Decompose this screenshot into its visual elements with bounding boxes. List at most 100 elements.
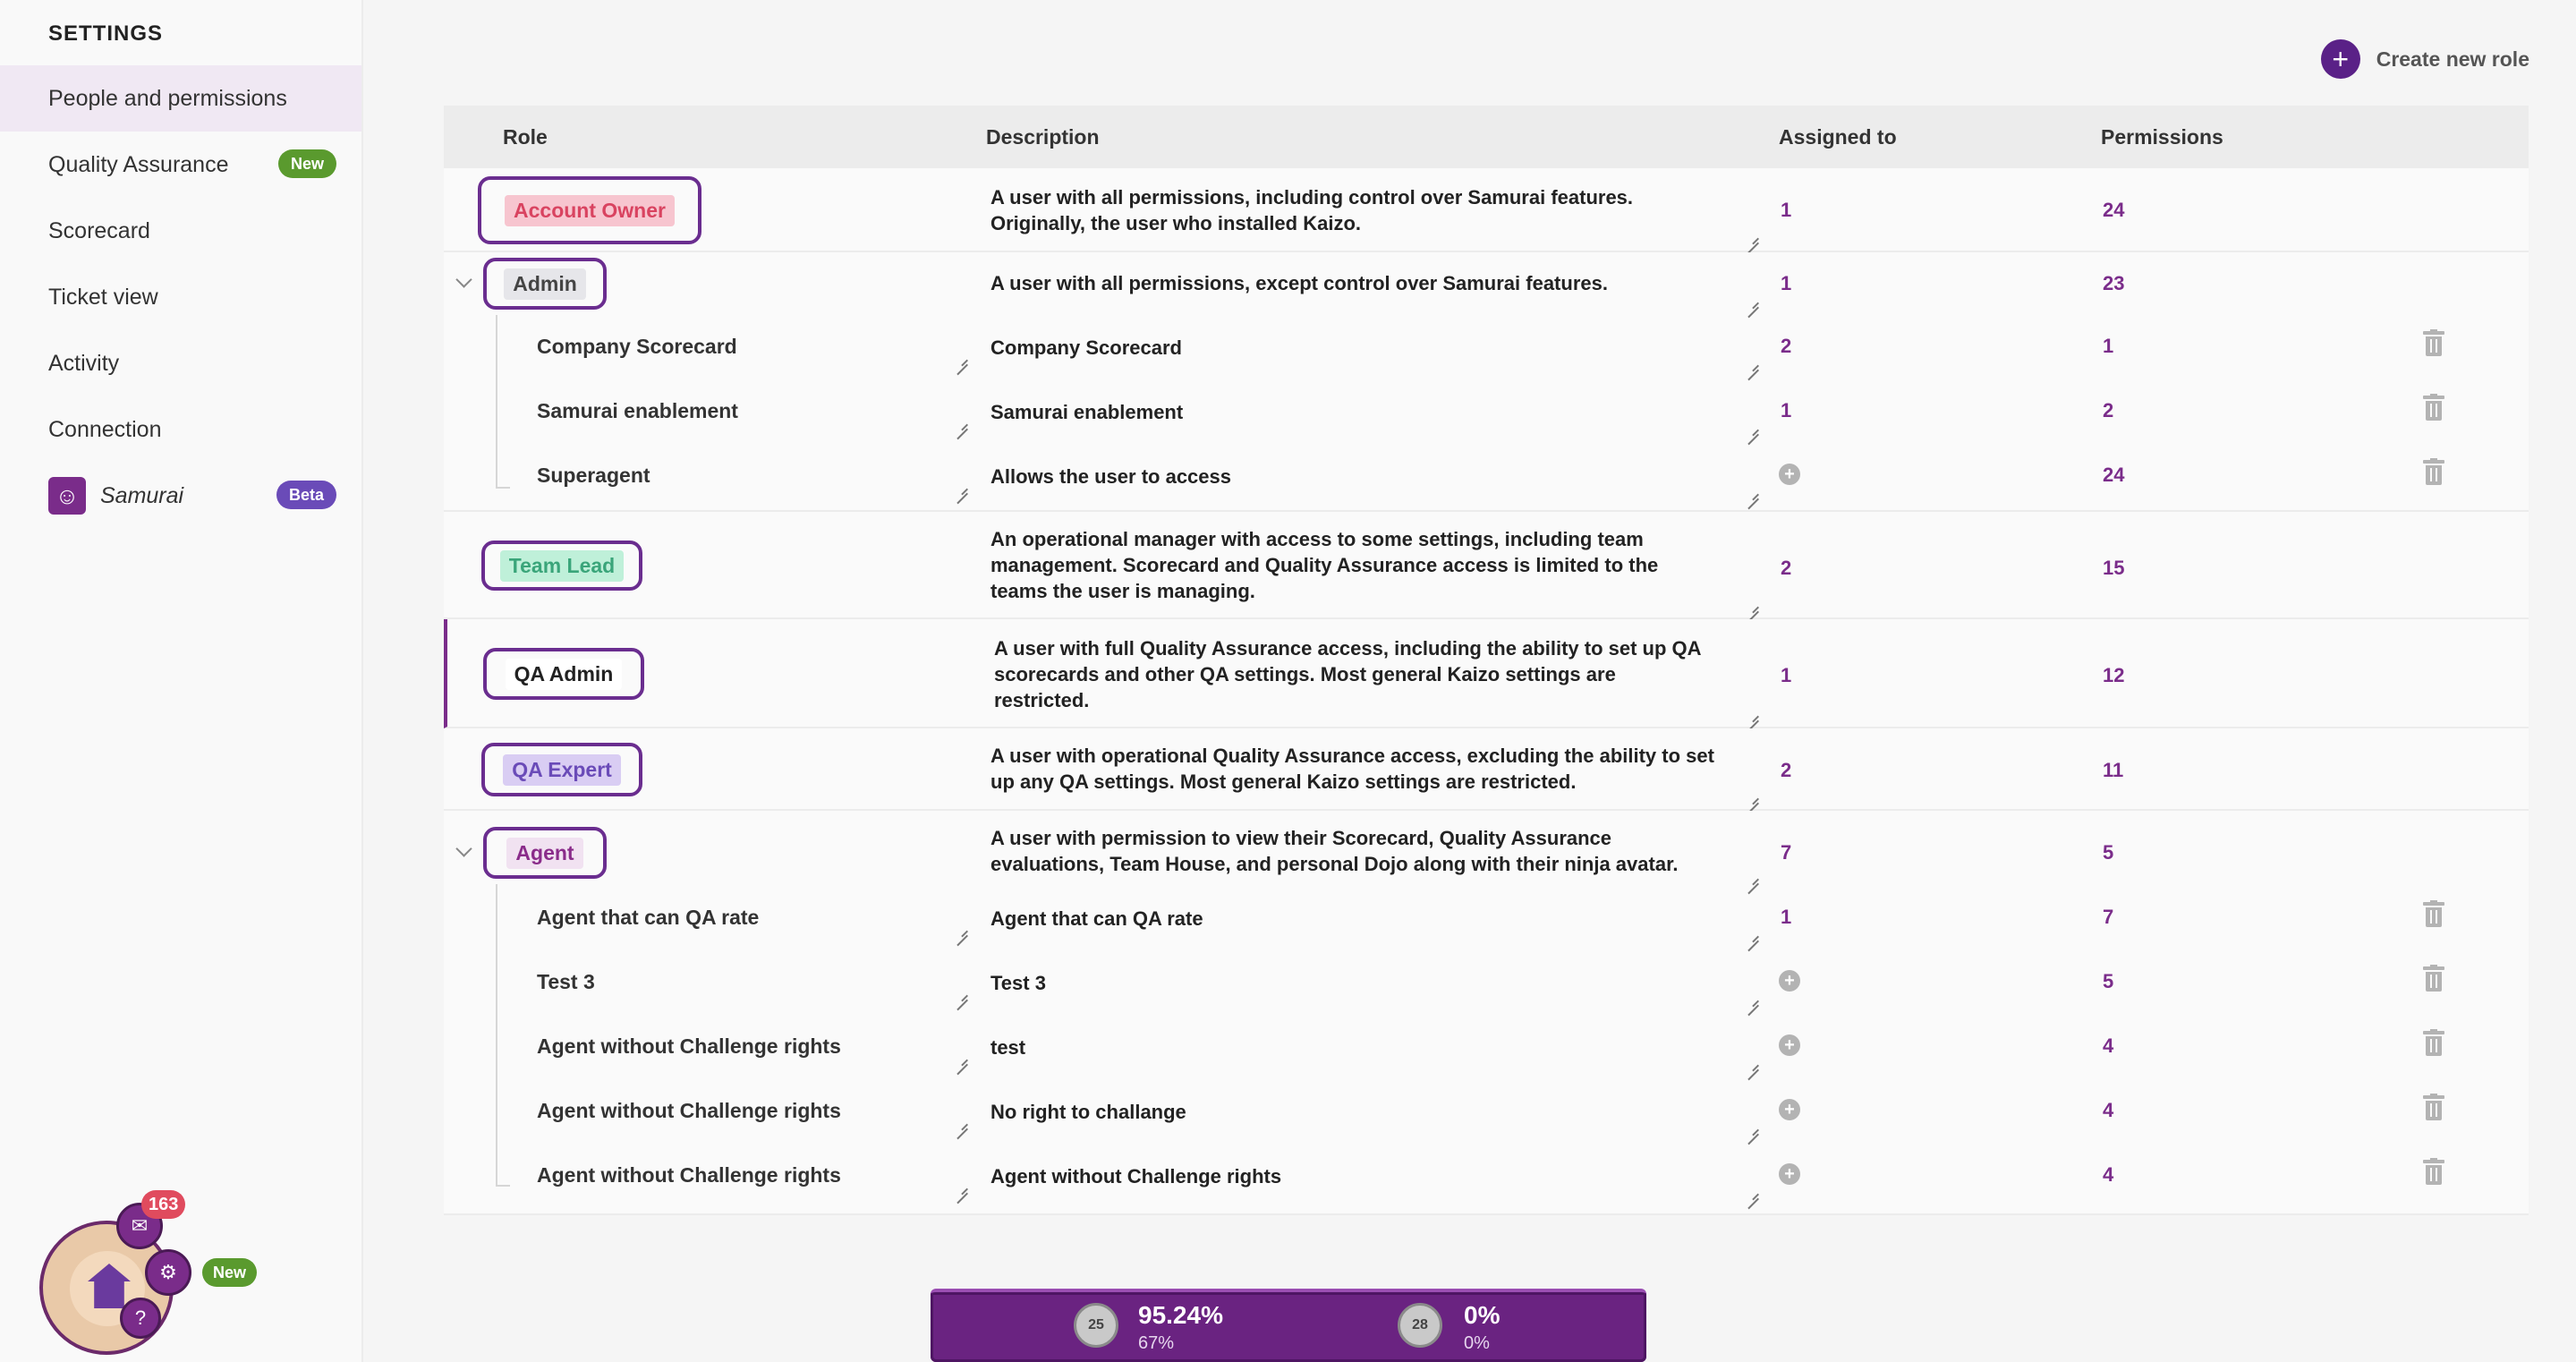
- resize-handle-icon[interactable]: [1745, 707, 1759, 721]
- assigned-count[interactable]: 7: [1781, 841, 1791, 864]
- trash-icon[interactable]: [2423, 1094, 2444, 1120]
- resize-handle-icon[interactable]: [954, 351, 968, 365]
- assigned-count[interactable]: 1: [1781, 199, 1791, 222]
- resize-handle-icon[interactable]: [954, 1051, 968, 1065]
- resize-handle-icon[interactable]: [1745, 485, 1759, 499]
- resize-handle-icon[interactable]: [1745, 229, 1759, 243]
- sidebar-item-activity[interactable]: Activity: [0, 330, 361, 396]
- role-box-qa-expert[interactable]: QA Expert: [481, 743, 642, 796]
- assigned-count[interactable]: 1: [1781, 906, 1791, 929]
- subrole-description: test: [990, 1036, 1026, 1059]
- resize-handle-icon[interactable]: [954, 1115, 968, 1129]
- assigned-count[interactable]: 2: [1781, 335, 1791, 358]
- table-row-group-admin: Admin A user with all permissions, excep…: [444, 252, 2529, 512]
- role-box-account-owner[interactable]: Account Owner: [478, 176, 701, 244]
- tree-line: [496, 884, 497, 1185]
- permissions-count[interactable]: 23: [2103, 272, 2124, 295]
- subrole-name[interactable]: Agent that can QA rate: [537, 906, 759, 930]
- permissions-count[interactable]: 5: [2103, 970, 2113, 993]
- subrole-description: Samurai enablement: [990, 401, 1184, 423]
- trash-icon[interactable]: [2423, 965, 2444, 992]
- gear-icon[interactable]: ⚙: [145, 1249, 191, 1296]
- permissions-count[interactable]: 24: [2103, 464, 2124, 487]
- permissions-count[interactable]: 1: [2103, 335, 2113, 358]
- subrole-name[interactable]: Test 3: [537, 970, 595, 994]
- subrole-name[interactable]: Agent without Challenge rights: [537, 1099, 841, 1123]
- resize-handle-icon[interactable]: [1745, 927, 1759, 941]
- resize-handle-icon[interactable]: [1745, 1120, 1759, 1135]
- permissions-count[interactable]: 4: [2103, 1163, 2113, 1187]
- resize-handle-icon[interactable]: [1745, 294, 1759, 308]
- trash-icon[interactable]: [2423, 1029, 2444, 1056]
- resize-handle-icon[interactable]: [1745, 421, 1759, 435]
- tree-elbow: [496, 1185, 510, 1187]
- subrole-name[interactable]: Samurai enablement: [537, 399, 738, 423]
- sidebar-item-ticket-view[interactable]: Ticket view: [0, 264, 361, 330]
- resize-handle-icon[interactable]: [954, 1179, 968, 1194]
- assigned-count[interactable]: 2: [1781, 557, 1791, 580]
- permissions-count[interactable]: 12: [2103, 664, 2124, 687]
- sidebar-item-scorecard[interactable]: Scorecard: [0, 198, 361, 264]
- chevron-down-icon[interactable]: [455, 272, 474, 292]
- resize-handle-icon[interactable]: [1745, 789, 1759, 804]
- role-box-team-lead[interactable]: Team Lead: [481, 541, 642, 591]
- resize-handle-icon[interactable]: [954, 986, 968, 1000]
- assigned-count[interactable]: 1: [1781, 399, 1791, 422]
- trophy-icon: 25: [1074, 1303, 1118, 1348]
- sidebar-item-label: Activity: [48, 350, 120, 376]
- subrole-name[interactable]: Company Scorecard: [537, 335, 737, 359]
- trash-icon[interactable]: [2423, 1158, 2444, 1185]
- table-row[interactable]: QA Expert A user with operational Qualit…: [444, 728, 2529, 811]
- permissions-count[interactable]: 11: [2103, 759, 2123, 782]
- assigned-count[interactable]: 1: [1781, 664, 1791, 687]
- subrole-name[interactable]: Agent without Challenge rights: [537, 1163, 841, 1187]
- resize-handle-icon[interactable]: [954, 922, 968, 936]
- resize-handle-icon[interactable]: [1745, 598, 1759, 612]
- role-chip-account-owner: Account Owner: [505, 194, 675, 226]
- permissions-count[interactable]: 4: [2103, 1034, 2113, 1058]
- trash-icon[interactable]: [2423, 394, 2444, 421]
- subrole-name[interactable]: Superagent: [537, 464, 650, 488]
- assigned-count[interactable]: 2: [1781, 759, 1791, 782]
- resize-handle-icon[interactable]: [1745, 992, 1759, 1006]
- role-box-agent[interactable]: Agent: [483, 827, 607, 879]
- resize-handle-icon[interactable]: [954, 480, 968, 494]
- resize-handle-icon[interactable]: [954, 415, 968, 430]
- subrole-name[interactable]: Agent without Challenge rights: [537, 1034, 841, 1059]
- permissions-count[interactable]: 7: [2103, 906, 2113, 929]
- resize-handle-icon[interactable]: [1745, 1056, 1759, 1070]
- resize-handle-icon[interactable]: [1745, 870, 1759, 884]
- add-assignee-icon[interactable]: +: [1779, 970, 1800, 992]
- add-assignee-icon[interactable]: +: [1779, 1099, 1800, 1120]
- resize-handle-icon[interactable]: [1745, 1185, 1759, 1199]
- create-new-role-button[interactable]: + Create new role: [2320, 39, 2529, 79]
- add-assignee-icon[interactable]: +: [1779, 464, 1800, 485]
- role-box-qa-admin[interactable]: QA Admin: [483, 648, 644, 700]
- resize-handle-icon[interactable]: [1745, 356, 1759, 370]
- chevron-down-icon[interactable]: [455, 841, 474, 861]
- sidebar-item-quality-assurance[interactable]: Quality Assurance New: [0, 132, 361, 198]
- permissions-count[interactable]: 24: [2103, 199, 2124, 222]
- permissions-count[interactable]: 2: [2103, 399, 2113, 422]
- subrole-description: Test 3: [990, 972, 1046, 994]
- permissions-count[interactable]: 15: [2103, 557, 2124, 580]
- add-assignee-icon[interactable]: +: [1779, 1163, 1800, 1185]
- trash-icon[interactable]: [2423, 329, 2444, 356]
- add-assignee-icon[interactable]: +: [1779, 1034, 1800, 1056]
- trash-icon[interactable]: [2423, 900, 2444, 927]
- sidebar-item-samurai[interactable]: ☺ Samurai Beta: [0, 463, 361, 529]
- table-row[interactable]: Account Owner A user with all permission…: [444, 168, 2529, 252]
- sidebar-item-connection[interactable]: Connection: [0, 396, 361, 463]
- permissions-count[interactable]: 5: [2103, 841, 2113, 864]
- trash-icon[interactable]: [2423, 458, 2444, 485]
- sidebar-item-label: People and permissions: [48, 85, 287, 111]
- subrole-description: Allows the user to access: [990, 465, 1231, 488]
- table-row[interactable]: Team Lead An operational manager with ac…: [444, 512, 2529, 619]
- help-icon[interactable]: ?: [120, 1298, 161, 1339]
- role-box-admin[interactable]: Admin: [483, 258, 607, 310]
- sidebar-item-people-permissions[interactable]: People and permissions: [0, 65, 361, 132]
- table-row-selected[interactable]: QA Admin A user with full Quality Assura…: [444, 619, 2529, 728]
- assigned-count[interactable]: 1: [1781, 272, 1791, 295]
- header-assigned-to: Assigned to: [1779, 125, 1897, 149]
- permissions-count[interactable]: 4: [2103, 1099, 2113, 1122]
